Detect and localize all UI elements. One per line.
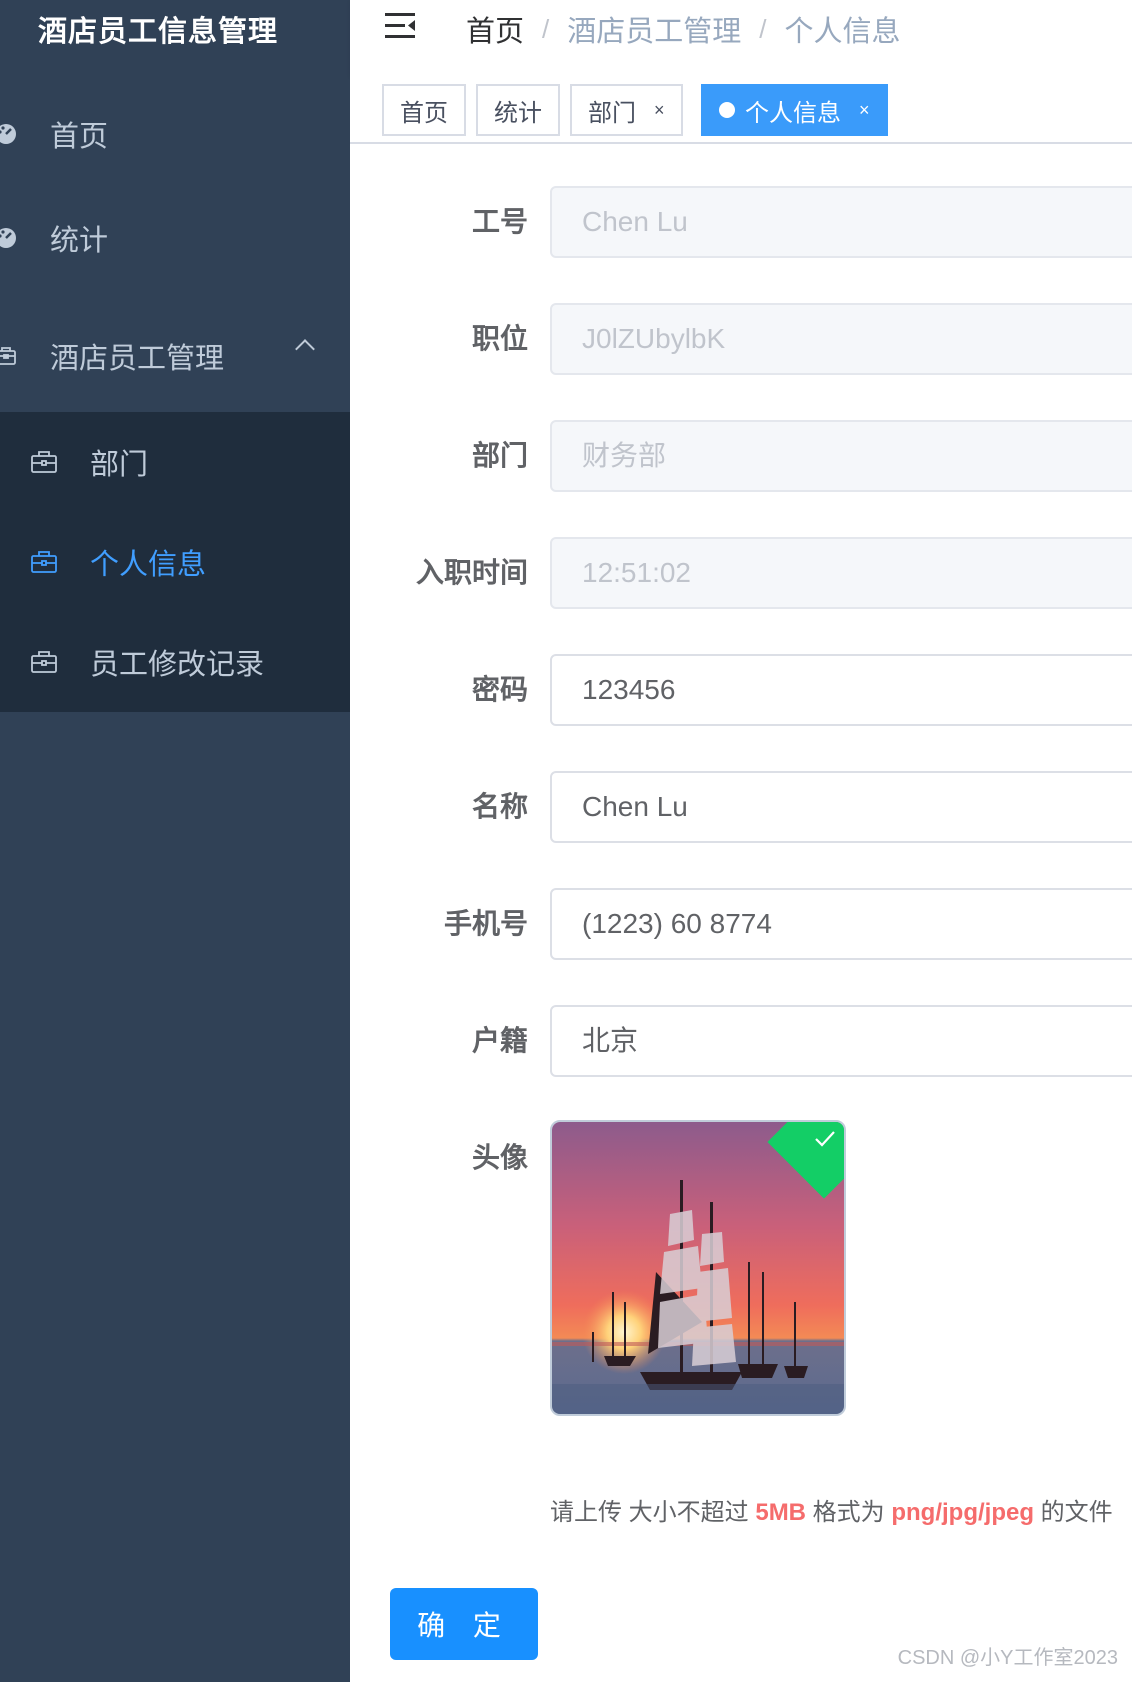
briefcase-icon (0, 344, 18, 368)
sidebar-item-change-log[interactable]: 员工修改记录 (0, 612, 350, 712)
briefcase-icon (31, 551, 57, 573)
field-label: 入职时间 (415, 557, 528, 588)
field-label: 部门 (471, 440, 528, 471)
dashboard-icon (0, 226, 18, 250)
breadcrumb: 首页 / 酒店员工管理 / 个人信息 (466, 8, 901, 50)
sidebar-item-hotel-staff[interactable]: 酒店员工管理 (0, 300, 350, 412)
sidebar-item-home[interactable]: 首页 (0, 78, 350, 190)
tag-label: 首页 (400, 99, 448, 127)
sidebar-item-label: 员工修改记录 (90, 649, 265, 681)
upload-hint: 请上传 大小不超过 5MB 格式为 png/jpg/jpeg 的文件 (550, 1492, 1113, 1527)
phone-field[interactable]: (1223) 60 8774 (550, 888, 1132, 960)
sidebar-item-label: 统计 (50, 225, 109, 257)
field-label: 职位 (471, 323, 528, 354)
password-field[interactable]: 123456 (550, 654, 1132, 726)
close-icon[interactable]: × (654, 100, 665, 121)
briefcase-icon (31, 451, 57, 473)
app-title: 酒店员工信息管理 (38, 16, 279, 48)
field-label: 密码 (471, 674, 528, 705)
sidebar-item-department[interactable]: 部门 (0, 412, 350, 512)
form-row-name: 名称 Chen Lu (350, 771, 1132, 843)
form-row-hometown: 户籍 北京 (350, 1005, 1132, 1077)
menu-fold-icon[interactable] (384, 10, 418, 42)
navbar: 首页 / 酒店员工管理 / 个人信息 (350, 0, 1132, 76)
sidebar-item-personal-info[interactable]: 个人信息 (0, 512, 350, 612)
form-row-department: 部门 财务部 (350, 420, 1132, 492)
form-row-phone: 手机号 (1223) 60 8774 (350, 888, 1132, 960)
hint-mid: 格式为 (806, 1499, 892, 1526)
form-row-password: 密码 123456 (350, 654, 1132, 726)
breadcrumb-separator: / (759, 13, 767, 44)
sidebar-item-stats[interactable]: 统计 (0, 182, 350, 294)
dashboard-icon (0, 122, 18, 146)
watermark: CSDN @小Y工作室2023 (897, 1647, 1118, 1669)
tag-home[interactable]: 首页 (382, 84, 466, 136)
tag-label: 部门 (588, 99, 636, 127)
close-icon[interactable]: × (859, 100, 870, 121)
submenu: 部门 个人信息 员工修改记录 (0, 412, 350, 712)
tag-personal-info[interactable]: 个人信息 × (701, 84, 888, 136)
field-label: 手机号 (443, 908, 528, 939)
hire-time-field: 12:51:02 (550, 537, 1132, 609)
tag-label: 统计 (494, 99, 542, 127)
check-icon (815, 1131, 835, 1147)
breadcrumb-separator: / (542, 13, 550, 44)
hometown-field[interactable]: 北京 (550, 1005, 1132, 1077)
breadcrumb-item-home[interactable]: 首页 (466, 8, 524, 50)
active-dot-icon (719, 102, 735, 118)
chevron-up-icon (295, 339, 315, 359)
employee-id-field: Chen Lu (550, 186, 1132, 258)
breadcrumb-item-hotel-staff[interactable]: 酒店员工管理 (567, 8, 741, 50)
department-field: 财务部 (550, 420, 1132, 492)
breadcrumb-item-current: 个人信息 (784, 16, 901, 48)
tag-department[interactable]: 部门 × (570, 84, 683, 136)
field-label: 工号 (471, 206, 528, 237)
field-label: 名称 (471, 791, 528, 822)
hint-size: 5MB (755, 1499, 807, 1526)
hint-prefix: 请上传 大小不超过 (550, 1499, 756, 1526)
hint-formats: png/jpg/jpeg (891, 1499, 1034, 1526)
form-row-hire-time: 入职时间 12:51:02 (350, 537, 1132, 609)
briefcase-icon (31, 651, 57, 673)
sidebar: 酒店员工信息管理 首页 统计 酒店员工管理 部门 个人信息 员工修改记录 (0, 0, 350, 1682)
sidebar-item-label: 个人信息 (90, 549, 207, 581)
field-label: 头像 (471, 1142, 528, 1173)
hint-suffix: 的文件 (1034, 1499, 1113, 1526)
sidebar-item-label: 酒店员工管理 (50, 343, 225, 375)
tag-stats[interactable]: 统计 (476, 84, 560, 136)
tag-label: 个人信息 (745, 99, 841, 127)
avatar-uploader[interactable] (550, 1120, 846, 1416)
form-row-position: 职位 J0lZUbylbK (350, 303, 1132, 375)
sidebar-item-label: 部门 (90, 449, 149, 481)
confirm-button[interactable]: 确 定 (390, 1588, 538, 1660)
tags-view: 首页 统计 部门 × 个人信息 × (350, 76, 1132, 144)
form-row-employee-id: 工号 Chen Lu (350, 186, 1132, 258)
sidebar-item-label: 首页 (50, 121, 109, 153)
field-label: 户籍 (471, 1025, 528, 1056)
name-field[interactable]: Chen Lu (550, 771, 1132, 843)
position-field: J0lZUbylbK (550, 303, 1132, 375)
